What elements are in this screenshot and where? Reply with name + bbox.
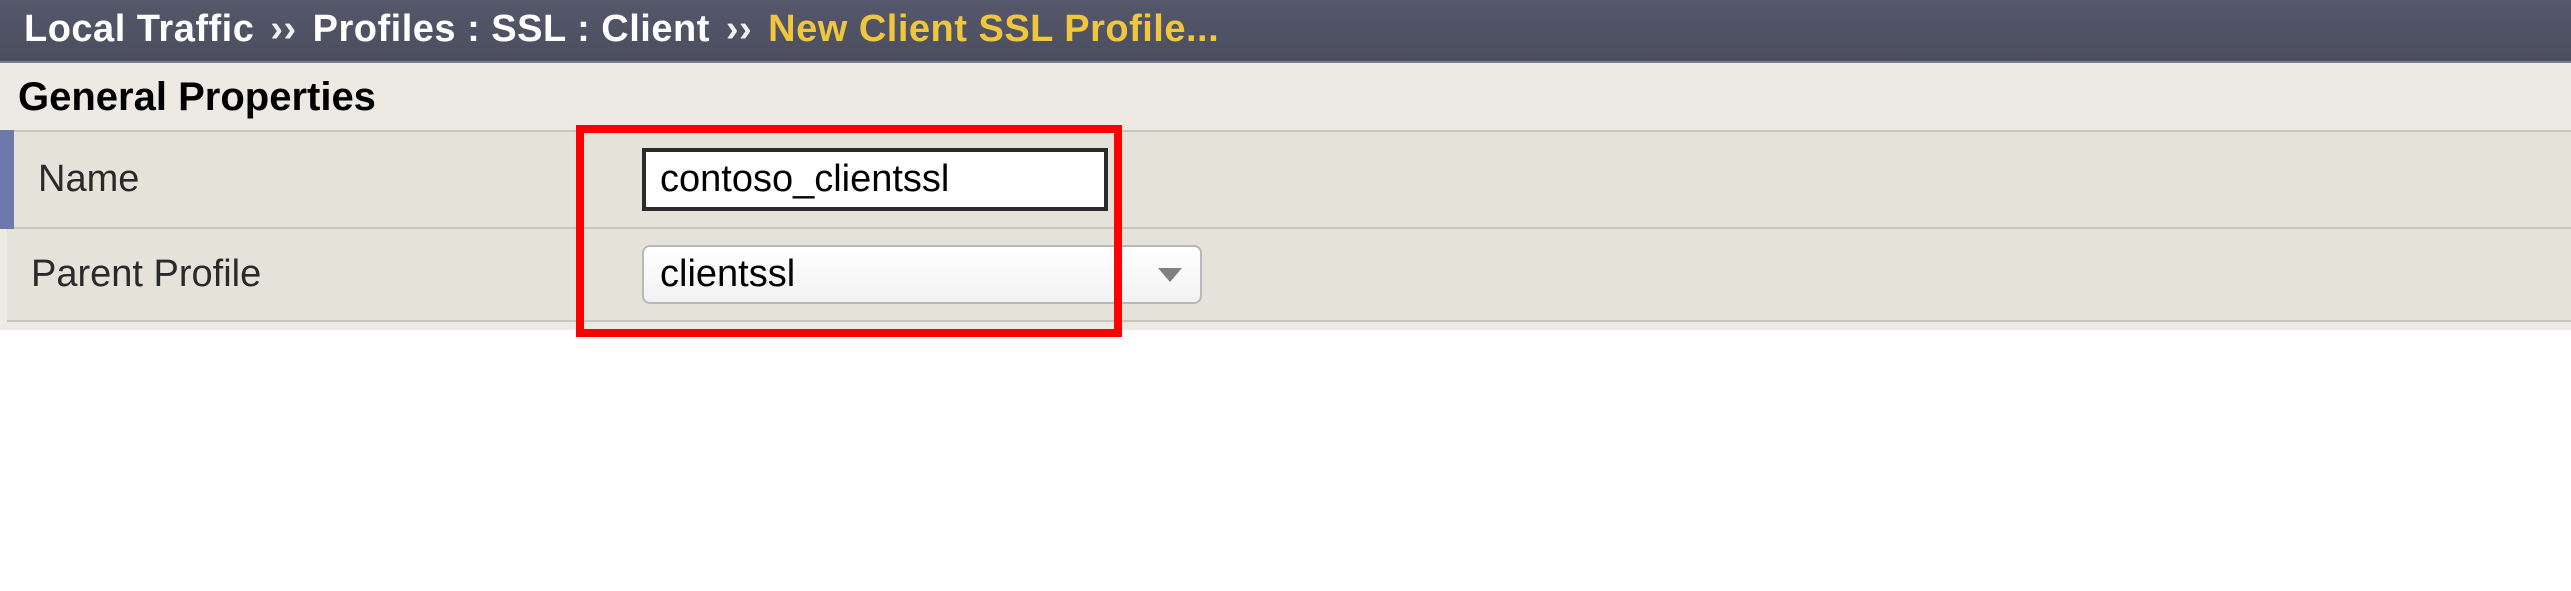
cell-parent-profile-value: clientssl bbox=[618, 228, 2571, 321]
label-parent-profile: Parent Profile bbox=[7, 228, 618, 321]
parent-profile-selected-value: clientssl bbox=[660, 253, 795, 295]
breadcrumb-seg-profiles-ssl-client[interactable]: Profiles : SSL : Client bbox=[313, 8, 710, 51]
breadcrumb-seg-active: New Client SSL Profile... bbox=[768, 8, 1219, 51]
general-properties-table: Name Parent Profile clientssl bbox=[0, 130, 2571, 322]
parent-profile-select[interactable]: clientssl bbox=[642, 245, 1202, 304]
row-name: Name bbox=[7, 131, 2571, 228]
section-title-general-properties: General Properties bbox=[18, 75, 2571, 120]
content-area: General Properties Name Parent Profile c… bbox=[0, 63, 2571, 330]
breadcrumb-separator: ›› bbox=[720, 8, 758, 51]
row-parent-profile: Parent Profile clientssl bbox=[7, 228, 2571, 321]
breadcrumb-separator: ›› bbox=[264, 8, 302, 51]
name-input[interactable] bbox=[642, 148, 1108, 211]
cell-name-value bbox=[618, 131, 2571, 228]
label-name: Name bbox=[7, 131, 618, 228]
chevron-down-icon bbox=[1158, 268, 1182, 282]
breadcrumb-seg-local-traffic[interactable]: Local Traffic bbox=[24, 8, 254, 51]
breadcrumb: Local Traffic ›› Profiles : SSL : Client… bbox=[0, 0, 2571, 63]
